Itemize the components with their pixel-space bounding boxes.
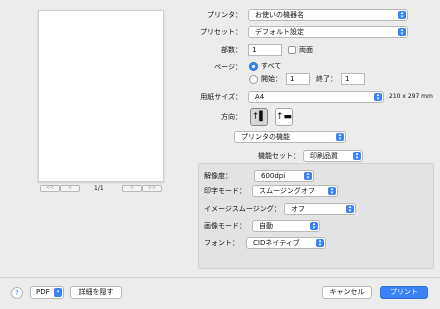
font-value: CIDネイティブ [253, 239, 300, 247]
paper-dimensions: 210 x 297 mm [389, 93, 433, 100]
section-select-value: プリンタの機能 [241, 133, 290, 141]
chevron-updown-icon: ▴ ▾ [328, 187, 336, 196]
pages-all-label: すべて [261, 62, 282, 70]
feature-set-value: 印刷品質 [310, 152, 338, 160]
footer-divider [0, 277, 440, 278]
page-indicator: 1/1 [94, 185, 104, 192]
image-mode-label: 画像モード： [204, 222, 246, 230]
print-mode-value: スムージングオフ [259, 187, 315, 195]
paper-size-label: 用紙サイズ： [200, 93, 242, 101]
resolution-label: 解像度： [204, 172, 232, 180]
printer-label: プリンタ： [207, 11, 242, 19]
image-mode-value: 自動 [259, 222, 273, 230]
chevron-updown-icon: ▴ ▾ [346, 205, 354, 214]
feature-set-label: 機能セット： [258, 152, 300, 160]
print-button[interactable]: プリント [380, 286, 428, 299]
preset-select[interactable]: デフォルト設定 ▴ ▾ [248, 26, 408, 38]
first-page-button[interactable]: << [40, 185, 60, 192]
orientation-label: 方向： [221, 113, 242, 121]
paper-size-select[interactable]: A4 ▴ ▾ [248, 91, 384, 103]
hide-details-button[interactable]: 詳細を隠す [70, 286, 122, 299]
chevron-updown-icon: ▴ ▾ [353, 152, 361, 161]
pages-range-radio[interactable] [249, 75, 258, 84]
pages-from-input[interactable]: 1 [286, 73, 310, 85]
prev-page-button[interactable]: < [60, 185, 80, 192]
landscape-orientation-button[interactable]: ↑▬ [275, 108, 293, 126]
chevron-updown-icon: ▴ ▾ [398, 28, 406, 37]
font-select[interactable]: CIDネイティブ ▴ ▾ [246, 237, 326, 249]
feature-set-select[interactable]: 印刷品質 ▴ ▾ [303, 150, 363, 162]
cancel-button[interactable]: キャンセル [322, 286, 372, 299]
pages-from-label: 開始： [261, 75, 282, 83]
copies-input[interactable]: 1 [248, 44, 282, 56]
chevron-updown-icon: ▴ ▾ [398, 11, 406, 20]
image-mode-select[interactable]: 自動 ▴ ▾ [252, 220, 320, 232]
chevron-down-icon: ▾ [54, 288, 62, 297]
printer-select[interactable]: お使いの機器名 ▴ ▾ [248, 9, 408, 21]
portrait-icon: ↑▌ [251, 112, 267, 122]
font-label: フォント： [204, 239, 239, 247]
image-smoothing-select[interactable]: オフ ▴ ▾ [284, 203, 356, 215]
chevron-updown-icon: ▴ ▾ [374, 93, 382, 102]
print-mode-label: 印字モード： [204, 187, 246, 195]
pages-to-label: 終了： [316, 75, 337, 83]
printer-value: お使いの機器名 [255, 11, 304, 19]
next-page-button[interactable]: > [122, 185, 142, 192]
preset-label: プリセット： [200, 28, 242, 36]
help-button[interactable]: ? [11, 287, 23, 299]
preset-value: デフォルト設定 [255, 28, 304, 36]
paper-size-value: A4 [255, 93, 265, 101]
section-select[interactable]: プリンタの機能 ▴ ▾ [234, 131, 346, 143]
resolution-value: 600dpi [261, 172, 286, 180]
preview-page [38, 10, 164, 182]
duplex-checkbox[interactable] [288, 46, 296, 54]
printer-features-panel [198, 163, 434, 269]
pages-to-input[interactable]: 1 [341, 73, 365, 85]
pages-all-radio[interactable] [249, 62, 258, 71]
help-icon: ? [15, 289, 19, 297]
chevron-updown-icon: ▴ ▾ [304, 172, 312, 181]
pdf-label: PDF [36, 288, 50, 296]
print-mode-select[interactable]: スムージングオフ ▴ ▾ [252, 185, 338, 197]
copies-label: 部数： [221, 46, 242, 54]
chevron-updown-icon: ▴ ▾ [310, 222, 318, 231]
resolution-select[interactable]: 600dpi ▴ ▾ [254, 170, 314, 182]
chevron-updown-icon: ▴ ▾ [316, 239, 324, 248]
pdf-menu-button[interactable]: PDF ▾ [30, 286, 64, 299]
image-smoothing-value: オフ [291, 205, 305, 213]
portrait-orientation-button[interactable]: ↑▌ [250, 108, 268, 126]
pages-label: ページ： [214, 63, 242, 71]
chevron-updown-icon: ▴ ▾ [336, 133, 344, 142]
duplex-label: 両面 [299, 46, 313, 54]
image-smoothing-label: イメージスムージング： [204, 205, 281, 213]
last-page-button[interactable]: >> [142, 185, 162, 192]
landscape-icon: ↑▬ [276, 112, 293, 122]
